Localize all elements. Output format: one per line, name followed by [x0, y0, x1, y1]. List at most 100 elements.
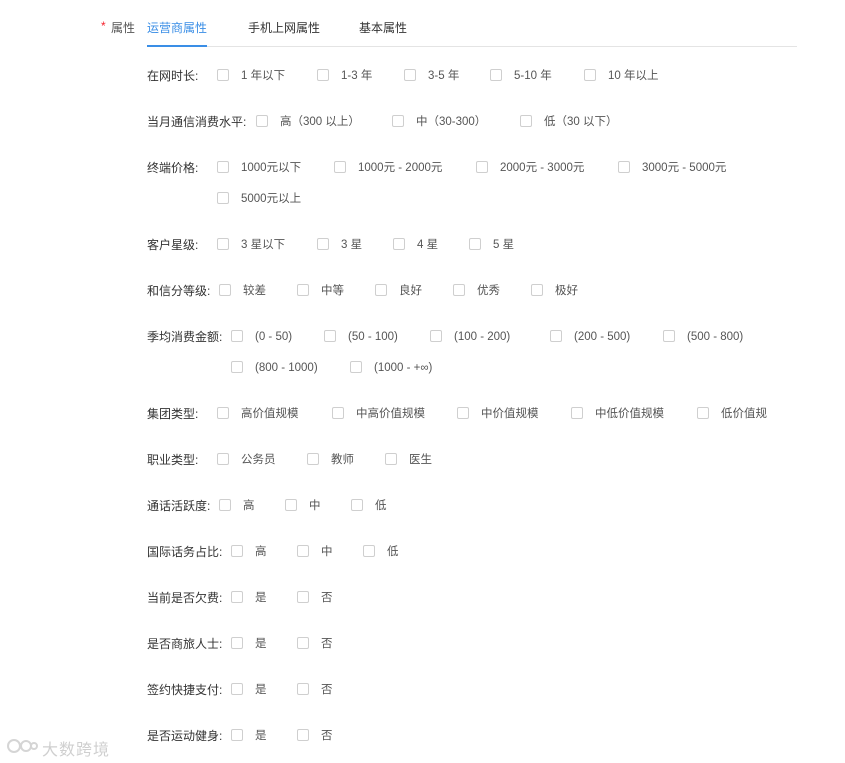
checkbox[interactable]: [332, 407, 344, 419]
checkbox[interactable]: [351, 499, 363, 511]
checkbox[interactable]: [217, 69, 229, 81]
tab-mobile-internet-attributes[interactable]: 手机上网属性: [248, 19, 320, 36]
checkbox[interactable]: [453, 284, 465, 296]
filter-option-label: 极好: [555, 285, 578, 297]
filter-option-label: 高（300 以上）: [280, 116, 360, 128]
checkbox[interactable]: [697, 407, 709, 419]
filter-option-label: 是: [255, 592, 267, 604]
watermark-logo-icon: [7, 739, 38, 753]
checkbox[interactable]: [317, 69, 329, 81]
checkbox[interactable]: [457, 407, 469, 419]
filter-option-label: (800 - 1000): [255, 362, 318, 374]
checkbox[interactable]: [219, 284, 231, 296]
checkbox[interactable]: [231, 591, 243, 603]
checkbox[interactable]: [297, 545, 309, 557]
checkbox[interactable]: [317, 238, 329, 250]
filter-option-label: 中等: [321, 285, 344, 297]
filter-option-label: 3000元 - 5000元: [642, 162, 727, 174]
checkbox[interactable]: [231, 545, 243, 557]
filter-option-label: 低（30 以下）: [544, 116, 618, 128]
filter-row-label: 季均消费金额:: [147, 330, 223, 344]
checkbox[interactable]: [393, 238, 405, 250]
checkbox[interactable]: [231, 330, 243, 342]
filter-option-label: 中高价值规模: [356, 408, 425, 420]
filter-option-label: (50 - 100): [348, 331, 398, 343]
checkbox[interactable]: [663, 330, 675, 342]
checkbox[interactable]: [531, 284, 543, 296]
checkbox[interactable]: [324, 330, 336, 342]
filter-row-label: 是否商旅人士:: [147, 637, 223, 651]
checkbox[interactable]: [307, 453, 319, 465]
checkbox[interactable]: [404, 69, 416, 81]
checkbox[interactable]: [550, 330, 562, 342]
checkbox[interactable]: [217, 407, 229, 419]
checkbox[interactable]: [476, 161, 488, 173]
checkbox[interactable]: [217, 238, 229, 250]
checkbox[interactable]: [231, 683, 243, 695]
tab-operator-attributes[interactable]: 运营商属性: [147, 19, 207, 36]
checkbox[interactable]: [430, 330, 442, 342]
filter-option-label: 优秀: [477, 285, 500, 297]
checkbox[interactable]: [231, 729, 243, 741]
filter-row-label: 是否运动健身:: [147, 729, 223, 743]
filter-option-label: 高: [243, 500, 255, 512]
checkbox[interactable]: [285, 499, 297, 511]
filter-option-label: 否: [321, 638, 333, 650]
checkbox[interactable]: [490, 69, 502, 81]
filter-option-label: 良好: [399, 285, 422, 297]
checkbox[interactable]: [350, 361, 362, 373]
filter-option-label: 中价值规模: [481, 408, 539, 420]
filter-option-label: 公务员: [241, 454, 276, 466]
checkbox[interactable]: [219, 499, 231, 511]
checkbox[interactable]: [297, 683, 309, 695]
checkbox[interactable]: [297, 729, 309, 741]
filter-option-label: 1000元 - 2000元: [358, 162, 443, 174]
checkbox[interactable]: [363, 545, 375, 557]
filter-option-label: 3 星以下: [241, 239, 286, 251]
checkbox[interactable]: [571, 407, 583, 419]
filter-option-label: (200 - 500): [574, 331, 631, 343]
checkbox[interactable]: [520, 115, 532, 127]
form-label-attributes: 属性: [111, 21, 136, 35]
checkbox[interactable]: [297, 284, 309, 296]
checkbox[interactable]: [217, 161, 229, 173]
checkbox[interactable]: [469, 238, 481, 250]
checkbox[interactable]: [217, 192, 229, 204]
filter-option-label: 3 星: [341, 239, 363, 251]
checkbox[interactable]: [375, 284, 387, 296]
filter-option-label: (100 - 200): [454, 331, 511, 343]
filter-option-label: 低: [375, 500, 387, 512]
filter-option-label: 5-10 年: [514, 70, 552, 82]
checkbox[interactable]: [231, 637, 243, 649]
filter-row-label: 终端价格:: [147, 161, 199, 175]
filter-option-label: 中: [321, 546, 333, 558]
checkbox[interactable]: [297, 637, 309, 649]
filter-option-label: (0 - 50): [255, 331, 293, 343]
filter-option-label: (500 - 800): [687, 331, 744, 343]
filter-option-label: 中（30-300）: [416, 116, 487, 128]
checkbox[interactable]: [392, 115, 404, 127]
checkbox[interactable]: [334, 161, 346, 173]
filter-option-label: 3-5 年: [428, 70, 460, 82]
filter-row-label: 当月通信消费水平:: [147, 115, 247, 129]
filter-option-label: 5000元以上: [241, 193, 302, 205]
filter-option-label: 10 年以上: [608, 70, 659, 82]
filter-option-label: 高: [255, 546, 267, 558]
filter-option-label: 高价值规模: [241, 408, 299, 420]
checkbox[interactable]: [217, 453, 229, 465]
checkbox[interactable]: [385, 453, 397, 465]
filter-option-label: 教师: [331, 454, 354, 466]
checkbox[interactable]: [256, 115, 268, 127]
checkbox[interactable]: [231, 361, 243, 373]
filter-option-label: 低价值规: [721, 408, 767, 420]
tab-basic-attributes[interactable]: 基本属性: [359, 19, 407, 36]
filter-option-label: 2000元 - 3000元: [500, 162, 585, 174]
checkbox[interactable]: [584, 69, 596, 81]
checkbox[interactable]: [618, 161, 630, 173]
filter-option-label: 否: [321, 684, 333, 696]
filter-option-label: (1000 - +∞): [374, 362, 433, 374]
checkbox[interactable]: [297, 591, 309, 603]
filter-row-label: 通话活跃度:: [147, 499, 211, 513]
filter-option-label: 低: [387, 546, 399, 558]
filter-option-label: 医生: [409, 454, 432, 466]
